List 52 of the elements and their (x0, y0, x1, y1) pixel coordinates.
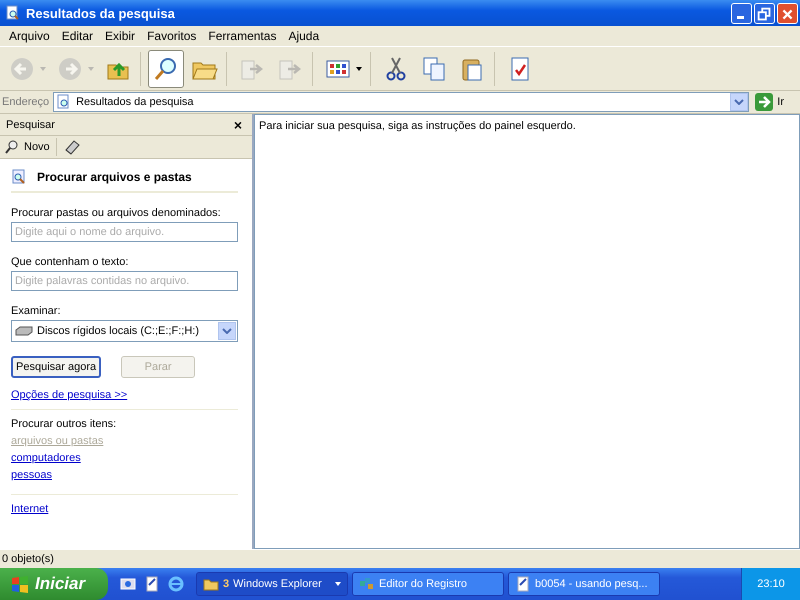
search-document-icon (11, 169, 27, 185)
notepad-icon[interactable] (144, 576, 160, 592)
close-pane-button[interactable]: × (230, 116, 246, 132)
desktop-icon[interactable] (120, 576, 136, 592)
restore-button[interactable] (754, 2, 775, 24)
menu-item[interactable]: Ferramentas (202, 29, 282, 43)
minimize-icon (737, 16, 744, 18)
menu-item[interactable]: Arquivo (3, 29, 56, 43)
file-name-field[interactable]: Digite aqui o nome do arquivo. (11, 222, 238, 242)
pane-title: Pesquisar (6, 118, 55, 130)
search-type-link[interactable]: computadores (11, 452, 81, 464)
windows-flag-icon (10, 574, 30, 594)
registry-icon (359, 576, 375, 592)
field-label: Procurar pastas ou arquivos denominados: (11, 207, 222, 219)
drive-icon (15, 326, 33, 336)
clock: 23:10 (757, 578, 785, 590)
caret-icon (356, 66, 362, 70)
caret-icon (335, 582, 341, 586)
containing-text-field[interactable]: Digite palavras contidas no arquivo. (11, 271, 238, 291)
search-now-button[interactable]: Pesquisar agora (11, 356, 102, 378)
notepad-icon (515, 576, 531, 592)
look-in-dropdown[interactable]: Discos rígidos locais (C:;E:;F:;H:) (11, 320, 238, 342)
address-field[interactable]: Resultados da pesquisa (53, 92, 750, 112)
menu-item[interactable]: Editar (56, 29, 100, 43)
go-arrow-icon (755, 93, 774, 111)
search-type-link[interactable]: pessoas (11, 469, 52, 481)
close-button[interactable] (777, 2, 798, 24)
caret-icon (40, 66, 46, 70)
menu-item[interactable]: Ajuda (282, 29, 326, 43)
taskbar-button[interactable]: b0054 - usando pesq... (508, 572, 660, 596)
minimize-button[interactable] (731, 2, 752, 24)
other-items-label: Procurar outros itens: (11, 418, 118, 430)
magnifier-icon (4, 139, 20, 155)
section-heading: Procurar arquivos e pastas (37, 170, 192, 184)
field-label: Que contenham o texto: (11, 256, 130, 268)
window-title: Resultados da pesquisa (26, 6, 176, 20)
taskbar-button[interactable]: Editor do Registro (352, 572, 504, 596)
search-window-icon (5, 5, 21, 21)
address-label: Endereço (2, 96, 50, 108)
internet-link[interactable]: Internet (11, 503, 48, 515)
menu-item[interactable]: Favoritos (141, 29, 202, 43)
go-button[interactable]: Ir (753, 93, 798, 111)
search-button[interactable] (148, 50, 184, 88)
menu-item[interactable]: Exibir (99, 29, 142, 43)
caret-icon (88, 66, 94, 70)
field-label: Examinar: (11, 305, 62, 317)
taskbar-button[interactable]: 3 Windows Explorer (196, 572, 348, 596)
search-options-link[interactable]: Opções de pesquisa >> (11, 389, 128, 401)
browser-icon[interactable] (168, 576, 184, 592)
new-search-button[interactable]: Novo (4, 139, 50, 155)
status-text: 0 objeto(s) (2, 553, 54, 565)
results-message: Para iniciar sua pesquisa, siga as instruções do painel esquerdo. (259, 120, 576, 132)
